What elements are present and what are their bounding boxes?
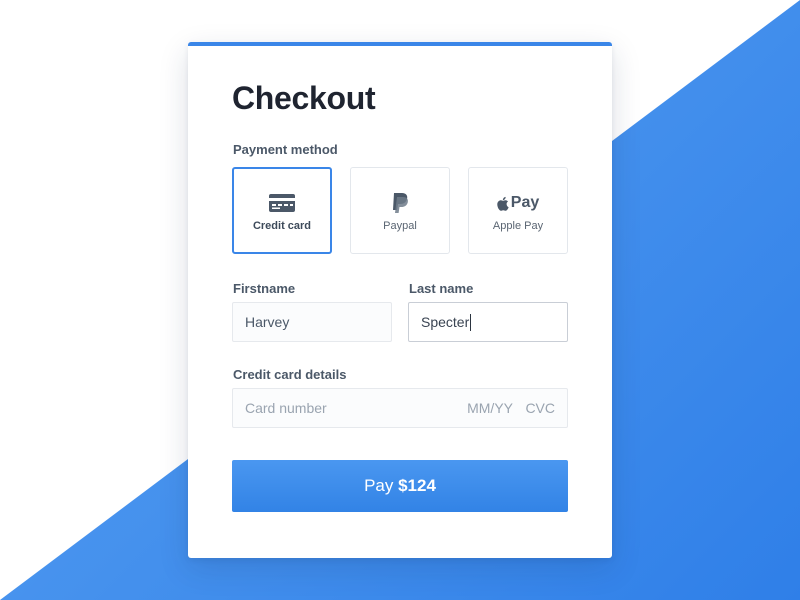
payment-option-label: Paypal: [383, 220, 417, 232]
payment-method-label: Payment method: [233, 142, 338, 157]
card-number-input[interactable]: Card number: [245, 389, 327, 427]
pay-button-amount: $124: [398, 476, 436, 495]
text-caret: [470, 313, 472, 331]
apple-pay-icon: Pay: [469, 192, 567, 214]
credit-card-icon: [234, 192, 330, 214]
pay-button-prefix: Pay: [364, 476, 394, 495]
payment-option-label: Credit card: [252, 220, 312, 232]
pay-button[interactable]: Pay $124: [232, 460, 568, 512]
lastname-value: Specter: [421, 314, 470, 330]
payment-option-label: Apple Pay: [492, 220, 544, 232]
paypal-icon: [351, 192, 449, 214]
checkout-card: Checkout Payment method Credit card Payp…: [188, 42, 612, 558]
lastname-input[interactable]: Specter: [408, 302, 568, 342]
card-accent-bar: [188, 42, 612, 46]
firstname-label: Firstname: [233, 281, 296, 296]
card-details-field[interactable]: Card number MM/YY CVC: [232, 388, 568, 428]
card-details-label: Credit card details: [233, 367, 347, 382]
payment-option-paypal[interactable]: Paypal: [350, 167, 450, 254]
page-title: Checkout: [232, 80, 376, 116]
apple-icon: [497, 196, 509, 211]
firstname-input[interactable]: Harvey: [232, 302, 392, 342]
lastname-label: Last name: [409, 281, 474, 296]
payment-option-credit-card[interactable]: Credit card: [232, 167, 332, 254]
expiry-input[interactable]: MM/YY: [467, 389, 513, 427]
payment-option-apple-pay[interactable]: Pay Apple Pay: [468, 167, 568, 254]
apple-pay-mark: Pay: [510, 194, 540, 211]
cvc-input[interactable]: CVC: [525, 389, 555, 427]
firstname-value: Harvey: [245, 314, 290, 330]
